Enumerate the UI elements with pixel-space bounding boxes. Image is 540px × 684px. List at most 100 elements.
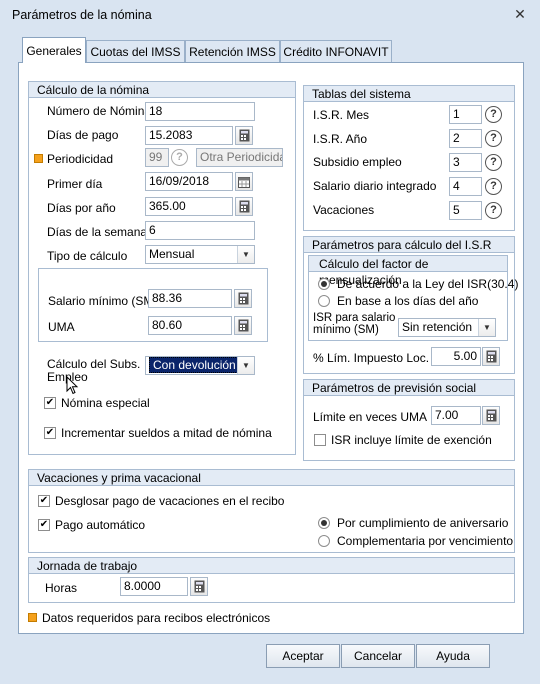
incrementar-checkbox[interactable]: ✔ <box>44 427 56 439</box>
subs-empleo-value: Con devolución <box>149 357 240 373</box>
desglosar-checkbox[interactable]: ✔ <box>38 495 50 507</box>
desglosar-label: Desglosar pago de vacaciones en el recib… <box>55 494 285 508</box>
periodicidad-text: Otra Periodicidad <box>196 148 283 167</box>
dias-pago-input[interactable]: 15.2083 <box>145 126 233 145</box>
periodicidad-input: 99 <box>145 148 169 167</box>
window-title: Parámetros de la nómina <box>12 8 152 22</box>
vacaciones-tabla-label: Vacaciones <box>313 203 375 217</box>
isr-mes-label: I.S.R. Mes <box>313 108 370 122</box>
tipo-calculo-label: Tipo de cálculo <box>47 249 128 263</box>
tab-retencion-imss[interactable]: Retención IMSS <box>185 40 280 62</box>
calendar-icon[interactable] <box>235 172 253 191</box>
pago-automatico-label: Pago automático <box>55 518 146 532</box>
isr-incluye-checkbox[interactable] <box>314 434 326 446</box>
aniversario-label: Por cumplimiento de aniversario <box>337 516 509 530</box>
subsidio-input[interactable]: 3 <box>449 153 482 172</box>
factor-title: Cálculo del factor de mensualización <box>309 256 507 287</box>
isr-salario-label: ISR para salario mínimo (SM) <box>313 312 395 336</box>
limite-uma-input[interactable]: 7.00 <box>431 406 481 425</box>
uma-label: UMA <box>48 320 75 334</box>
required-marker <box>28 613 37 622</box>
jornada-group: Jornada de trabajo <box>28 557 515 603</box>
isr-anio-label: I.S.R. Año <box>313 132 368 146</box>
tab-credito-infonavit[interactable]: Crédito INFONAVIT <box>280 40 392 62</box>
help-icon[interactable]: ? <box>485 106 502 123</box>
salario-minimo-label: Salario mínimo (SM) <box>48 294 158 308</box>
legend-text: Datos requeridos para recibos electrónic… <box>42 611 271 625</box>
aniversario-radio[interactable] <box>318 517 330 529</box>
help-icon[interactable]: ? <box>485 178 502 195</box>
dias-anio-radio-label: En base a los días del año <box>337 294 479 308</box>
periodicidad-label: Periodicidad <box>47 152 114 166</box>
sdi-label: Salario diario integrado <box>313 179 437 193</box>
pago-automatico-checkbox[interactable]: ✔ <box>38 519 50 531</box>
chevron-down-icon: ▼ <box>237 246 254 263</box>
limite-uma-label: Límite en veces UMA <box>313 410 428 424</box>
prevision-title: Parámetros de previsión social <box>304 380 514 396</box>
aceptar-button[interactable]: Aceptar <box>266 644 340 668</box>
salario-minimo-input[interactable]: 88.36 <box>148 289 232 308</box>
calculo-title: Cálculo de la nómina <box>29 82 295 98</box>
tablas-title: Tablas del sistema <box>304 86 514 102</box>
numero-label: Número de Nómina <box>47 104 152 118</box>
complementaria-radio[interactable] <box>318 535 330 547</box>
isr-title: Parámetros para cálculo del I.S.R <box>304 237 514 253</box>
isr-salario-label-line2: mínimo (SM) <box>313 324 379 336</box>
calculator-icon[interactable] <box>235 126 253 145</box>
tab-generales[interactable]: Generales <box>22 37 86 63</box>
dias-anio-input[interactable]: 365.00 <box>145 197 233 216</box>
numero-input[interactable]: 18 <box>145 102 255 121</box>
nomina-especial-label: Nómina especial <box>61 396 150 410</box>
required-marker <box>34 154 43 163</box>
chevron-down-icon: ▼ <box>237 357 254 374</box>
isr-anio-input[interactable]: 2 <box>449 129 482 148</box>
help-icon[interactable]: ? <box>485 202 502 219</box>
close-icon[interactable]: ✕ <box>512 6 528 22</box>
tipo-calculo-value: Mensual <box>149 247 195 261</box>
dia-semana-input[interactable]: 6 <box>145 221 255 240</box>
primer-dia-label: Primer día <box>47 177 103 191</box>
uma-input[interactable]: 80.60 <box>148 316 232 335</box>
vacaciones-title: Vacaciones y prima vacacional <box>29 470 514 486</box>
subs-empleo-label: Cálculo del Subs. Empleo <box>47 358 140 384</box>
dias-pago-label: Días de pago <box>47 128 119 142</box>
isr-mes-input[interactable]: 1 <box>449 105 482 124</box>
dia-semana-label: Días de la semana <box>47 225 148 239</box>
isr-incluye-label: ISR incluye límite de exención <box>331 433 492 447</box>
ayuda-button[interactable]: Ayuda <box>416 644 490 668</box>
isr-salario-select[interactable]: Sin retención ▼ <box>398 318 496 337</box>
isr-salario-label-line1: ISR para salario <box>313 312 396 324</box>
jornada-title: Jornada de trabajo <box>29 558 514 574</box>
lim-impuesto-label: % Lím. Impuesto Loc. <box>313 351 430 365</box>
dias-anio-radio[interactable] <box>318 295 330 307</box>
chevron-down-icon: ▼ <box>478 319 495 336</box>
horas-label: Horas <box>45 581 78 595</box>
primer-dia-input[interactable]: 16/09/2018 <box>145 172 233 191</box>
horas-input[interactable]: 8.0000 <box>120 577 188 596</box>
tab-cuotas-imss[interactable]: Cuotas del IMSS <box>86 40 185 62</box>
complementaria-label: Complementaria por vencimiento <box>337 534 514 548</box>
incrementar-label: Incrementar sueldos a mitad de nómina <box>61 426 272 440</box>
cancelar-button[interactable]: Cancelar <box>341 644 415 668</box>
dias-anio-label: Días por año <box>47 201 116 215</box>
calculator-icon[interactable] <box>482 406 500 425</box>
subs-empleo-label-line2: Empleo <box>47 370 88 384</box>
calculator-icon[interactable] <box>234 289 252 308</box>
tipo-calculo-select[interactable]: Mensual ▼ <box>145 245 255 264</box>
lim-impuesto-input[interactable]: 5.00 <box>431 347 481 366</box>
ley-isr-label: De acuerdo a la Ley del ISR(30.4) <box>337 277 519 291</box>
help-icon[interactable]: ? <box>485 154 502 171</box>
vacaciones-tabla-input[interactable]: 5 <box>449 201 482 220</box>
nomina-especial-checkbox[interactable]: ✔ <box>44 397 56 409</box>
subs-empleo-select[interactable]: Con devolución ▼ <box>145 356 255 375</box>
subsidio-label: Subsidio empleo <box>313 155 402 169</box>
calculator-icon[interactable] <box>234 316 252 335</box>
sdi-input[interactable]: 4 <box>449 177 482 196</box>
calculator-icon[interactable] <box>482 347 500 366</box>
calculator-icon[interactable] <box>235 197 253 216</box>
help-icon[interactable]: ? <box>485 130 502 147</box>
isr-salario-value: Sin retención <box>402 320 473 334</box>
help-icon: ? <box>171 149 188 166</box>
calculator-icon[interactable] <box>190 577 208 596</box>
ley-isr-radio[interactable] <box>318 278 330 290</box>
